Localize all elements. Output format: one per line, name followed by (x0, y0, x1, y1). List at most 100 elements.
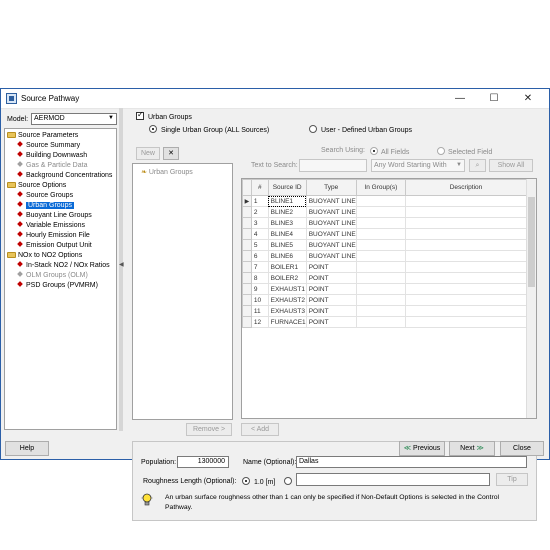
population-input[interactable]: 1300000 (177, 456, 229, 468)
row-header[interactable] (242, 272, 252, 284)
table-row[interactable]: 2 BLINE2 BUOYANT LINE (242, 206, 528, 218)
roughness-input[interactable] (296, 473, 490, 486)
table-cell[interactable] (405, 305, 528, 317)
table-row[interactable]: 12 FURNACE1 POINT (242, 316, 528, 328)
table-cell[interactable]: BLINE1 (268, 195, 307, 207)
table-cell[interactable]: EXHAUST1 (268, 283, 307, 295)
table-cell[interactable] (405, 228, 528, 240)
tree-folder[interactable]: Source Options (7, 181, 116, 191)
table-cell[interactable]: POINT (306, 283, 357, 295)
table-cell[interactable] (356, 228, 406, 240)
search-button[interactable]: ⌕ (469, 159, 486, 172)
tree-folder[interactable]: Source Parameters (7, 131, 116, 141)
table-row[interactable]: 4 BLINE4 BUOYANT LINE (242, 228, 528, 240)
tree-item[interactable]: Urban Groups (7, 201, 116, 211)
close-button[interactable]: Close (500, 441, 544, 456)
tree-item[interactable]: In-Stack NO2 / NOx Ratios (7, 261, 116, 271)
table-cell[interactable] (356, 250, 406, 262)
table-cell[interactable]: 12 (251, 316, 269, 328)
tree-item[interactable]: PSD Groups (PVMRM) (7, 281, 116, 291)
table-cell[interactable] (405, 206, 528, 218)
table-cell[interactable]: BLINE5 (268, 239, 307, 251)
tree-item[interactable]: Buoyant Line Groups (7, 211, 116, 221)
table-row[interactable]: 9 EXHAUST1 POINT (242, 283, 528, 295)
table-cell[interactable]: BOILER1 (268, 261, 307, 273)
table-cell[interactable]: EXHAUST2 (268, 294, 307, 306)
table-cell[interactable] (405, 272, 528, 284)
table-cell[interactable] (356, 195, 406, 207)
single-urban-group-radio[interactable]: Single Urban Group (ALL Sources) (149, 125, 269, 134)
model-select[interactable]: AERMOD ▼ (31, 113, 117, 125)
minimize-button[interactable]: — (447, 89, 473, 109)
table-cell[interactable]: 1 (251, 195, 269, 207)
table-cell[interactable]: POINT (306, 261, 357, 273)
table-cell[interactable]: 7 (251, 261, 269, 273)
all-fields-radio[interactable]: All Fields (370, 147, 409, 156)
column-header[interactable]: In Group(s) (355, 179, 406, 196)
add-button[interactable]: < Add (241, 423, 279, 436)
table-cell[interactable] (405, 261, 528, 273)
help-button[interactable]: Help (5, 441, 49, 456)
row-header[interactable] (242, 228, 252, 240)
radio-unselected-icon[interactable] (309, 125, 317, 133)
close-window-button[interactable]: ✕ (515, 89, 541, 109)
row-header[interactable] (242, 206, 252, 218)
radio-unselected-icon[interactable] (437, 147, 445, 155)
table-cell[interactable] (405, 316, 528, 328)
radio-unselected-icon[interactable] (284, 477, 292, 485)
row-header[interactable] (242, 250, 252, 262)
row-header[interactable] (242, 217, 252, 229)
table-cell[interactable]: 4 (251, 228, 269, 240)
table-cell[interactable] (405, 250, 528, 262)
roughness-default-radio[interactable]: 1.0 [m] (242, 477, 275, 486)
radio-selected-icon[interactable] (149, 125, 157, 133)
row-header[interactable] (242, 305, 252, 317)
table-cell[interactable]: BUOYANT LINE (306, 217, 357, 229)
previous-button[interactable]: ≪ Previous (399, 441, 445, 456)
table-row[interactable]: 6 BLINE6 BUOYANT LINE (242, 250, 528, 262)
table-cell[interactable] (356, 261, 406, 273)
table-scrollbar[interactable] (526, 179, 536, 418)
table-cell[interactable]: 2 (251, 206, 269, 218)
tree-item[interactable]: Background Concentrations (7, 171, 116, 181)
new-group-button[interactable]: New (136, 147, 160, 160)
table-cell[interactable] (405, 217, 528, 229)
table-cell[interactable] (356, 272, 406, 284)
table-cell[interactable]: BUOYANT LINE (306, 228, 357, 240)
table-cell[interactable]: POINT (306, 316, 357, 328)
current-row-indicator-icon[interactable]: ▶ (242, 195, 252, 207)
table-cell[interactable] (405, 294, 528, 306)
tree-folder[interactable]: NOx to NO2 Options (7, 251, 116, 261)
table-cell[interactable]: 11 (251, 305, 269, 317)
checkbox-checked-icon[interactable] (136, 110, 144, 120)
scrollbar-thumb[interactable] (528, 197, 535, 287)
table-cell[interactable]: BLINE4 (268, 228, 307, 240)
table-cell[interactable]: 3 (251, 217, 269, 229)
selected-field-radio[interactable]: Selected Field (437, 147, 492, 156)
table-cell[interactable] (356, 283, 406, 295)
table-cell[interactable]: POINT (306, 305, 357, 317)
table-cell[interactable] (356, 217, 406, 229)
table-cell[interactable]: FURNACE1 (268, 316, 307, 328)
collapse-arrow-icon[interactable]: ◀ (119, 261, 124, 268)
tree-item[interactable]: OLM Groups (OLM) (7, 271, 116, 281)
table-row[interactable]: 8 BOILER2 POINT (242, 272, 528, 284)
table-cell[interactable] (356, 305, 406, 317)
tree-item[interactable]: Hourly Emission File (7, 231, 116, 241)
table-cell[interactable] (405, 239, 528, 251)
radio-selected-icon[interactable] (370, 147, 378, 155)
row-header[interactable] (242, 239, 252, 251)
table-cell[interactable]: 6 (251, 250, 269, 262)
column-header[interactable]: Type (305, 179, 357, 196)
table-cell[interactable]: BOILER2 (268, 272, 307, 284)
table-row[interactable]: 3 BLINE3 BUOYANT LINE (242, 217, 528, 229)
roughness-custom-radio[interactable] (284, 477, 292, 486)
column-header[interactable]: Description (404, 179, 528, 196)
table-row[interactable]: 7 BOILER1 POINT (242, 261, 528, 273)
row-header[interactable] (242, 316, 252, 328)
tree-item[interactable]: Variable Emissions (7, 221, 116, 231)
table-cell[interactable]: 9 (251, 283, 269, 295)
row-header[interactable] (242, 261, 252, 273)
table-cell[interactable]: BUOYANT LINE (306, 206, 357, 218)
table-row[interactable]: ▶ 1 BLINE1 BUOYANT LINE (242, 195, 528, 207)
